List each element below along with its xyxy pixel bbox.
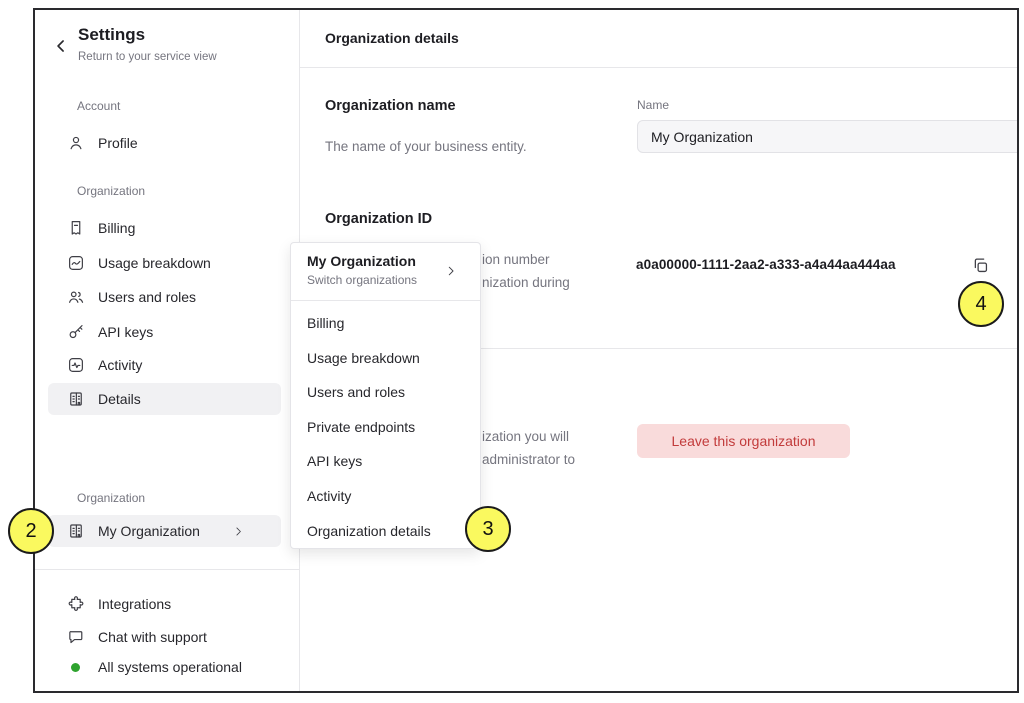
dropdown-current-org[interactable]: My Organization Switch organizations bbox=[291, 243, 480, 301]
sidebar-item-profile[interactable]: Profile bbox=[48, 127, 281, 159]
menu-item-organization-details[interactable]: Organization details bbox=[291, 514, 480, 549]
sidebar-item-usage-breakdown[interactable]: Usage breakdown bbox=[48, 247, 281, 279]
chevron-left-icon bbox=[51, 36, 71, 56]
menu-item-activity[interactable]: Activity bbox=[291, 479, 480, 514]
organization-building-icon bbox=[67, 522, 85, 540]
sidebar-title: Settings bbox=[78, 25, 145, 45]
sidebar-item-label: Activity bbox=[98, 357, 142, 373]
sidebar-divider bbox=[35, 569, 300, 570]
organization-name-input[interactable] bbox=[637, 120, 1019, 153]
org-id-description-fragment: nization during bbox=[482, 275, 570, 290]
organization-id-value: a0a00000-1111-2aa2-a333-a4a44aa444aa bbox=[636, 257, 896, 272]
menu-item-users-and-roles[interactable]: Users and roles bbox=[291, 375, 480, 410]
sidebar-item-label: Profile bbox=[98, 135, 138, 151]
usage-chart-icon bbox=[67, 254, 85, 272]
sidebar-item-label: API keys bbox=[98, 324, 153, 340]
status-label: All systems operational bbox=[98, 659, 242, 675]
puzzle-icon bbox=[67, 595, 85, 613]
sidebar-item-my-organization[interactable]: My Organization bbox=[48, 515, 281, 547]
menu-item-private-endpoints[interactable]: Private endpoints bbox=[291, 410, 480, 445]
dropdown-org-subtitle: Switch organizations bbox=[307, 273, 417, 287]
sidebar-item-label: Usage breakdown bbox=[98, 255, 211, 271]
section-label-organization: Organization bbox=[77, 184, 145, 198]
leave-description-fragment: ization you will bbox=[482, 429, 569, 444]
header-divider bbox=[300, 67, 1017, 68]
switch-organizations-dropdown: My Organization Switch organizations Bil… bbox=[290, 242, 481, 549]
step-badge-3: 3 bbox=[465, 506, 511, 552]
dropdown-menu-items: Billing Usage breakdown Users and roles … bbox=[291, 301, 480, 548]
chat-bubble-icon bbox=[67, 628, 85, 646]
back-button[interactable] bbox=[51, 36, 71, 56]
sidebar-item-label: Integrations bbox=[98, 596, 171, 612]
sidebar-item-details[interactable]: Details bbox=[48, 383, 281, 415]
menu-item-api-keys[interactable]: API keys bbox=[291, 444, 480, 479]
receipt-icon bbox=[67, 219, 85, 237]
activity-pulse-icon bbox=[67, 356, 85, 374]
leave-organization-button[interactable]: Leave this organization bbox=[637, 424, 850, 458]
org-name-description: The name of your business entity. bbox=[325, 139, 527, 154]
key-icon bbox=[67, 323, 85, 341]
settings-sidebar: Settings Return to your service view Acc… bbox=[35, 10, 300, 691]
sidebar-item-activity[interactable]: Activity bbox=[48, 349, 281, 381]
section-label-account: Account bbox=[77, 99, 120, 113]
section-label-organization-2: Organization bbox=[77, 491, 145, 505]
sidebar-item-label: My Organization bbox=[98, 523, 200, 539]
sidebar-item-label: Users and roles bbox=[98, 289, 196, 305]
org-name-title: Organization name bbox=[325, 98, 456, 114]
sidebar-subtitle: Return to your service view bbox=[78, 51, 217, 63]
sidebar-item-label: Details bbox=[98, 391, 141, 407]
name-field-label: Name bbox=[637, 98, 669, 112]
sidebar-item-api-keys[interactable]: API keys bbox=[48, 316, 281, 348]
chevron-right-icon bbox=[444, 264, 458, 278]
user-icon bbox=[67, 134, 85, 152]
users-icon bbox=[67, 288, 85, 306]
org-id-title: Organization ID bbox=[325, 211, 432, 227]
org-id-description-fragment: ion number bbox=[482, 252, 550, 267]
sidebar-item-label: Chat with support bbox=[98, 629, 207, 645]
sidebar-item-chat-support[interactable]: Chat with support bbox=[48, 621, 281, 653]
copy-icon bbox=[971, 256, 990, 275]
dropdown-org-name: My Organization bbox=[307, 253, 416, 269]
sidebar-item-billing[interactable]: Billing bbox=[48, 212, 281, 244]
organization-building-icon bbox=[67, 390, 85, 408]
step-badge-2: 2 bbox=[8, 508, 54, 554]
sidebar-item-integrations[interactable]: Integrations bbox=[48, 588, 281, 620]
step-badge-4: 4 bbox=[958, 281, 1004, 327]
leave-description-fragment: administrator to bbox=[482, 452, 575, 467]
menu-item-usage-breakdown[interactable]: Usage breakdown bbox=[291, 341, 480, 376]
page-title: Organization details bbox=[325, 30, 459, 46]
menu-item-billing[interactable]: Billing bbox=[291, 306, 480, 341]
status-green-dot-icon bbox=[71, 663, 80, 672]
app-window: Settings Return to your service view Acc… bbox=[33, 8, 1019, 693]
sidebar-item-label: Billing bbox=[98, 220, 135, 236]
chevron-right-icon bbox=[232, 525, 245, 538]
copy-button[interactable] bbox=[971, 256, 990, 275]
sidebar-item-system-status[interactable]: All systems operational bbox=[48, 651, 281, 683]
sidebar-item-users-and-roles[interactable]: Users and roles bbox=[48, 281, 281, 313]
